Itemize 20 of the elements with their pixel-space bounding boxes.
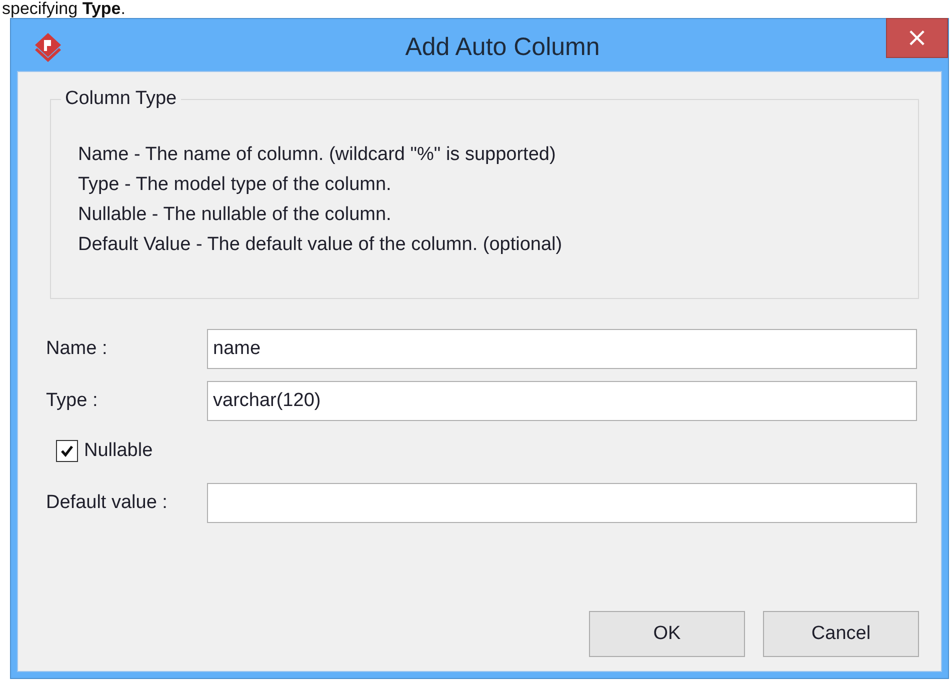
description-line: Nullable - The nullable of the column.	[78, 203, 392, 227]
close-button[interactable]: ×	[886, 18, 948, 58]
input-field[interactable]	[207, 483, 917, 523]
cancel-button[interactable]: Cancel	[763, 611, 919, 657]
field-label: Default value :	[46, 492, 168, 514]
description-line: Name - The name of column. (wildcard "%" is supported)	[78, 143, 557, 167]
group-title: Column Type	[61, 88, 181, 110]
logo-icon	[33, 31, 63, 65]
description-line: Default Value - The default value of the column. (optional)	[78, 233, 564, 257]
checkbox[interactable]	[56, 440, 78, 462]
input-field[interactable]: name	[207, 329, 917, 369]
input-field[interactable]: varchar(120)	[207, 381, 917, 421]
description-line: Type - The model type of the column.	[78, 173, 392, 197]
ok-button[interactable]: OK	[589, 611, 745, 657]
caption-text: specifying Type.	[1, 0, 126, 18]
checkbox-label: Nullable	[84, 440, 153, 462]
check-icon	[59, 443, 75, 459]
window-title: Add Auto Column	[405, 33, 600, 62]
field-label: Name :	[46, 338, 108, 360]
field-label: Type :	[46, 390, 99, 412]
